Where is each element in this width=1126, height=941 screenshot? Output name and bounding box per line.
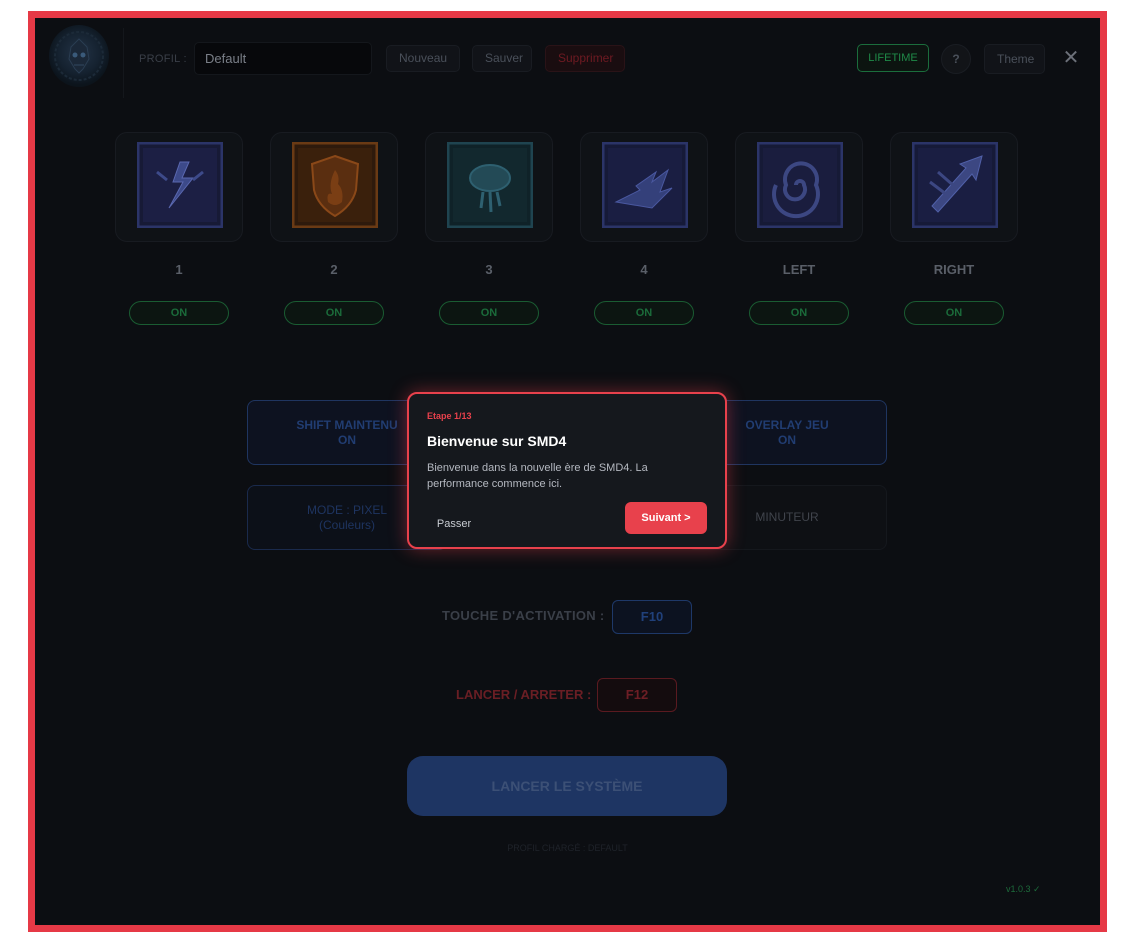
start-stop-key-label: LANCER / ARRETER : (456, 687, 592, 702)
skill-slot-2[interactable] (270, 132, 398, 242)
theme-button[interactable]: Theme (984, 44, 1045, 74)
activation-key-label: TOUCHE D'ACTIVATION : (442, 608, 605, 623)
skill-label-left: LEFT (782, 262, 816, 277)
onboarding-dialog: Etape 1/13 Bienvenue sur SMD4 Bienvenue … (407, 392, 727, 549)
skill-slot-3[interactable] (425, 132, 553, 242)
profile-label: PROFIL : (139, 53, 187, 65)
skill-slot-1[interactable] (115, 132, 243, 242)
help-button[interactable]: ? (941, 44, 971, 74)
skill-label-right: RIGHT (933, 262, 975, 277)
app-root: PROFIL : Default Nouveau Sauver Supprime… (35, 18, 1100, 925)
skill-fire-shield-icon (292, 142, 378, 228)
skill-slot-left[interactable] (735, 132, 863, 242)
skill-lightning-icon (137, 142, 223, 228)
skill-toggle-left[interactable]: ON (749, 301, 849, 325)
save-profile-button[interactable]: Sauver (472, 45, 532, 72)
skill-storm-wave-icon (602, 142, 688, 228)
skill-slot-right[interactable] (890, 132, 1018, 242)
skill-vortex-icon (757, 142, 843, 228)
close-icon[interactable]: ✕ (1061, 48, 1081, 68)
version-label: v1.0.3 ✓ (1006, 884, 1041, 894)
tour-step-indicator: Etape 1/13 (427, 411, 472, 421)
profile-name-field[interactable]: Default (194, 42, 372, 75)
skill-spear-icon (912, 142, 998, 228)
skill-label-3: 3 (485, 262, 493, 277)
app-window-frame: PROFIL : Default Nouveau Sauver Supprime… (28, 11, 1107, 932)
skip-tour-button[interactable]: Passer (427, 513, 481, 535)
skill-label-2: 2 (330, 262, 338, 277)
tour-body-text: Bienvenue dans la nouvelle ère de SMD4. … (427, 462, 648, 490)
skill-toggle-1[interactable]: ON (129, 301, 229, 325)
skill-toggle-3[interactable]: ON (439, 301, 539, 325)
delete-profile-button[interactable]: Supprimer (545, 45, 625, 72)
launch-system-button[interactable]: LANCER LE SYSTÈME (407, 756, 727, 816)
skill-toggle-right[interactable]: ON (904, 301, 1004, 325)
tour-title: Bienvenue sur SMD4 (427, 433, 567, 449)
app-logo-icon (49, 25, 109, 87)
skill-label-1: 1 (175, 262, 183, 277)
lifetime-badge[interactable]: LIFETIME (857, 44, 929, 72)
skill-toggle-4[interactable]: ON (594, 301, 694, 325)
skill-label-4: 4 (640, 262, 648, 277)
start-stop-key-button[interactable]: F12 (597, 678, 677, 712)
profile-status-text: PROFIL CHARGÉ : DEFAULT (507, 843, 628, 853)
topbar-divider (123, 28, 124, 98)
skill-slot-4[interactable] (580, 132, 708, 242)
new-profile-button[interactable]: Nouveau (386, 45, 460, 72)
next-step-button[interactable]: Suivant > (625, 502, 707, 534)
activation-key-button[interactable]: F10 (612, 600, 692, 634)
skill-ice-cloud-icon (447, 142, 533, 228)
skill-toggle-2[interactable]: ON (284, 301, 384, 325)
